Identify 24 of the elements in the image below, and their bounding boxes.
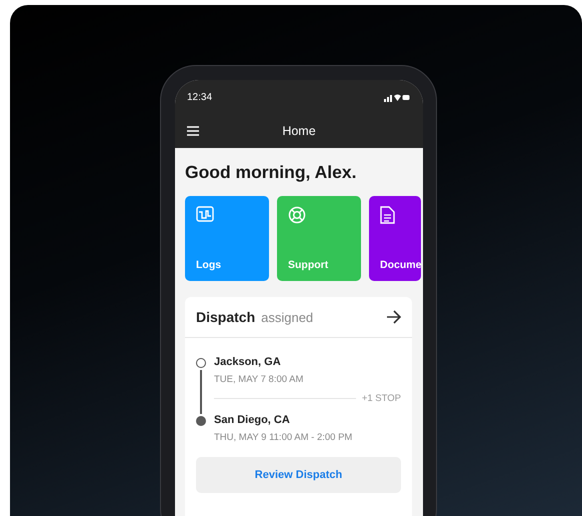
stop-marker xyxy=(196,416,206,426)
arrow-icon[interactable] xyxy=(386,310,402,324)
screen-title: Home xyxy=(281,124,317,138)
stop-place: Jackson, GA xyxy=(214,356,282,368)
greeting: Good morning, Alex. xyxy=(185,162,358,183)
shortcut-tile[interactable]: Logs xyxy=(185,196,269,281)
review-dispatch-button[interactable]: Review Dispatch xyxy=(196,457,401,493)
document-icon xyxy=(380,206,395,224)
status-icons xyxy=(384,92,410,102)
tile-label: Logs xyxy=(196,259,222,271)
stop-time: THU, MAY 9 11:00 AM - 2:00 PM xyxy=(214,432,354,443)
stop-time: TUE, MAY 7 8:00 AM xyxy=(214,374,304,385)
menu-icon[interactable] xyxy=(187,126,199,136)
stop-place: San Diego, CA xyxy=(214,414,291,426)
card-title: Dispatch xyxy=(196,309,256,325)
dispatch-status: assigned xyxy=(261,310,314,324)
lifebuoy-icon xyxy=(288,206,306,224)
tile-label: Support xyxy=(288,259,328,271)
stop-marker xyxy=(196,358,206,368)
chart-icon xyxy=(196,206,214,222)
route-line xyxy=(200,370,202,414)
extra-stops: +1 STOP xyxy=(362,393,401,404)
status-time: 12:34 xyxy=(187,92,212,102)
shortcut-tile[interactable]: Support xyxy=(277,196,361,281)
